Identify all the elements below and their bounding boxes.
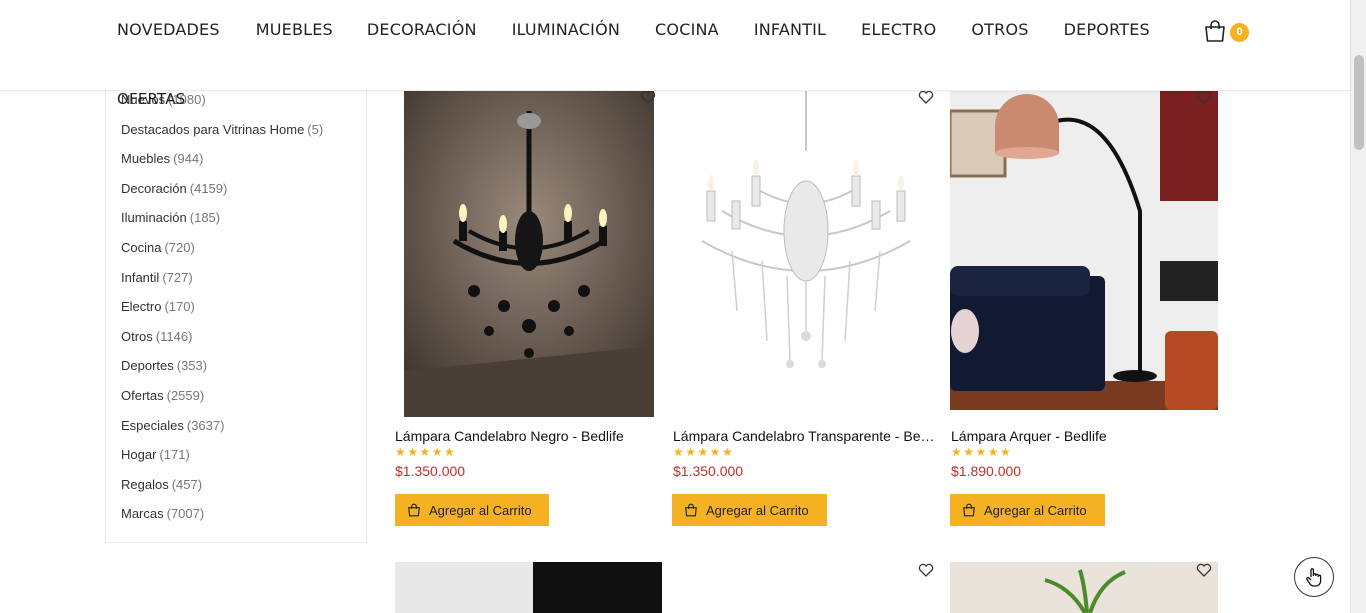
sidebar-category-item[interactable]: Muebles (944) (121, 150, 323, 180)
category-label: Iluminación (121, 210, 187, 226)
nav-item-infantil[interactable]: INFANTIL (754, 20, 826, 39)
cart-count-badge: 0 (1230, 23, 1249, 42)
floating-hand-pointer-button[interactable] (1294, 557, 1334, 597)
sidebar-category-item[interactable]: Cocina (720) (121, 239, 323, 269)
category-count: (7007) (166, 506, 205, 522)
category-count: (1146) (155, 328, 193, 344)
category-count: (185) (189, 210, 221, 226)
product-image-4[interactable] (395, 562, 662, 613)
category-count: (171) (159, 447, 190, 463)
add-to-cart-label: Agregar al Carrito (984, 502, 1087, 518)
sidebar-category-item[interactable]: Decoración (4159) (121, 180, 323, 210)
product-image-2[interactable] (672, 91, 940, 411)
add-to-cart-button[interactable]: Agregar al Carrito (672, 494, 827, 526)
rating-stars: ★★★★★ (395, 445, 457, 459)
sidebar-category-item[interactable]: Iluminación (185) (121, 209, 323, 239)
sidebar-category-item[interactable]: Destacados para Vitrinas Home (5) (121, 121, 323, 151)
wishlist-heart-icon[interactable] (640, 89, 656, 105)
sidebar-category-item[interactable]: Marcas (7007) (121, 505, 323, 535)
category-count: (5) (307, 121, 324, 137)
sidebar-category-item[interactable]: Regalos (457) (121, 476, 323, 506)
wishlist-heart-icon[interactable] (1196, 89, 1212, 105)
category-sidebar: Nuevos (1080) Destacados para Vitrinas Hom… (105, 91, 367, 543)
vertical-scrollbar[interactable] (1350, 0, 1366, 613)
category-label: Hogar (121, 447, 157, 463)
sidebar-category-item[interactable]: Hogar (171) (121, 446, 323, 476)
sidebar-category-item[interactable]: Infantil (727) (121, 269, 323, 299)
sidebar-category-item[interactable]: Otros (1146) (121, 328, 323, 358)
sidebar-category-item[interactable]: Deportes (353) (121, 357, 323, 387)
nav-item-ofertas[interactable]: OFERTAS (117, 90, 185, 108)
nav-item-otros[interactable]: OTROS (971, 20, 1028, 39)
product-name[interactable]: Lámpara Candelabro Transparente - Bedlif… (673, 428, 940, 444)
add-to-cart-label: Agregar al Carrito (706, 502, 809, 518)
category-label: Decoración (121, 180, 187, 196)
category-label: Electro (121, 299, 162, 315)
shopping-bag-icon (963, 503, 975, 517)
hand-pointer-icon (1306, 568, 1322, 587)
category-count: (353) (176, 358, 208, 374)
sidebar-category-item[interactable]: Electro (170) (121, 298, 323, 328)
category-count: (944) (173, 151, 204, 167)
rating-stars: ★★★★★ (673, 445, 735, 459)
add-to-cart-label: Agregar al Carrito (429, 502, 532, 518)
scrollbar-thumb[interactable] (1354, 55, 1364, 150)
cart-button[interactable]: 0 (1203, 19, 1253, 45)
category-label: Infantil (121, 269, 160, 285)
nav-item-deportes[interactable]: DEPORTES (1064, 20, 1150, 39)
shopping-bag-icon (408, 503, 420, 517)
shopping-bag-icon (1205, 20, 1225, 42)
wishlist-heart-icon[interactable] (1196, 562, 1212, 578)
nav-item-iluminacion[interactable]: ILUMINACIÓN (512, 20, 620, 39)
wishlist-heart-icon[interactable] (918, 562, 934, 578)
category-label: Otros (121, 328, 153, 344)
nav-item-novedades[interactable]: NOVEDADES (117, 20, 220, 39)
category-list: Nuevos (1080) Destacados para Vitrinas Hom… (121, 91, 323, 535)
category-label: Regalos (121, 476, 169, 492)
product-image-3[interactable] (950, 91, 1218, 410)
category-label: Especiales (121, 417, 184, 433)
add-to-cart-button[interactable]: Agregar al Carrito (395, 494, 549, 526)
category-label: Destacados para Vitrinas Home (121, 121, 305, 137)
category-label: Cocina (121, 239, 162, 255)
category-label: Marcas (121, 506, 164, 522)
category-count: (2559) (166, 387, 205, 403)
product-name[interactable]: Lámpara Candelabro Negro - Bedlife (395, 428, 655, 444)
product-price: $1.350.000 (673, 463, 744, 479)
wishlist-heart-icon[interactable] (918, 89, 934, 105)
category-count: (4159) (189, 180, 228, 196)
nav-item-muebles[interactable]: MUEBLES (256, 20, 333, 39)
category-count: (170) (164, 299, 195, 315)
add-to-cart-button[interactable]: Agregar al Carrito (950, 494, 1105, 526)
category-count: (3637) (186, 417, 225, 433)
category-label: Deportes (121, 358, 174, 374)
sidebar-category-item[interactable]: Especiales (3637) (121, 417, 323, 447)
category-count: (720) (164, 239, 195, 255)
nav-item-cocina[interactable]: COCINA (655, 20, 719, 39)
product-image-1[interactable] (404, 91, 654, 417)
product-image-6[interactable] (950, 562, 1218, 613)
category-count: (727) (162, 269, 193, 285)
nav-item-electro[interactable]: ELECTRO (861, 20, 936, 39)
main-nav: NOVEDADES MUEBLES DECORACIÓN ILUMINACIÓN… (117, 20, 1150, 39)
product-price: $1.890.000 (951, 463, 1022, 479)
product-name[interactable]: Lámpara Arquer - Bedlife (951, 428, 1218, 444)
product-price: $1.350.000 (395, 463, 466, 479)
rating-stars: ★★★★★ (951, 445, 1013, 459)
site-header: NOVEDADES MUEBLES DECORACIÓN ILUMINACIÓN… (0, 0, 1350, 91)
sidebar-category-item[interactable]: Ofertas (2559) (121, 387, 323, 417)
category-label: Ofertas (121, 387, 164, 403)
nav-item-decoracion[interactable]: DECORACIÓN (367, 20, 477, 39)
category-label: Muebles (121, 151, 171, 167)
shopping-bag-icon (685, 503, 697, 517)
category-count: (457) (171, 476, 203, 492)
